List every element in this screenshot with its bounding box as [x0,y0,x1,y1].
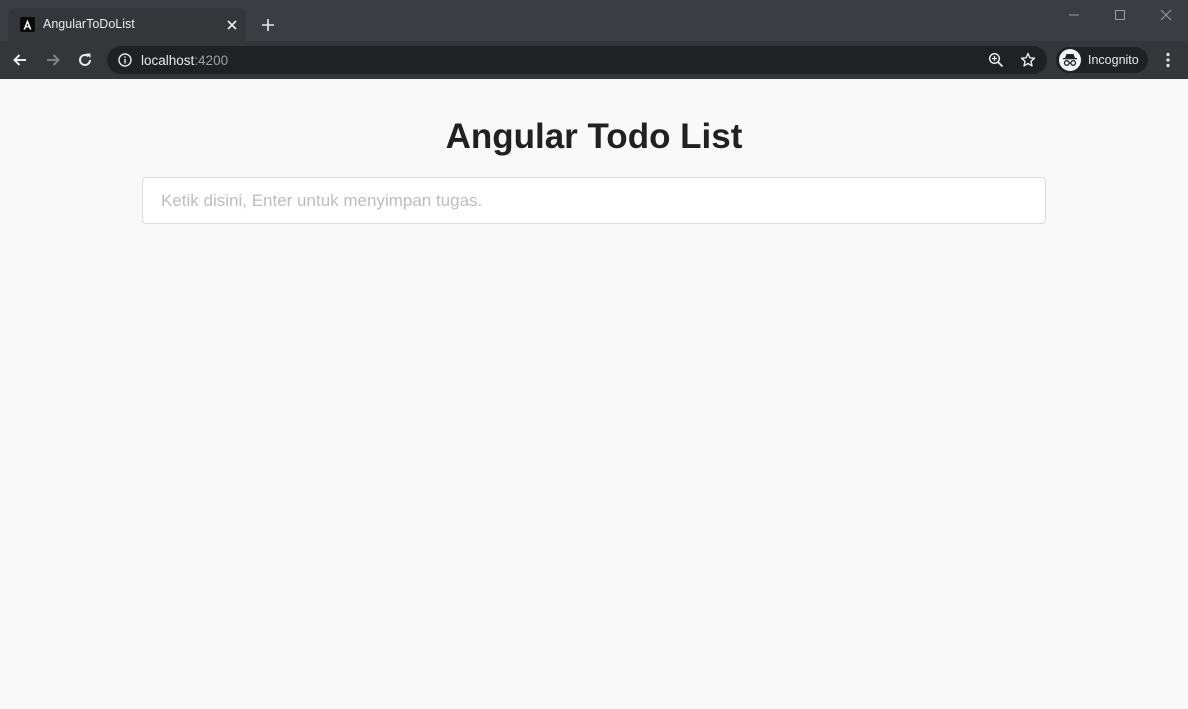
close-window-button[interactable] [1143,0,1188,30]
close-icon[interactable] [224,17,240,33]
tab-title: AngularToDoList [43,17,135,31]
profile-label: Incognito [1088,53,1139,67]
info-icon[interactable] [117,52,133,68]
minimize-window-button[interactable] [1051,0,1097,30]
url-port: :4200 [194,53,229,68]
todo-input[interactable] [142,177,1046,224]
url-host: localhost [141,53,195,68]
browser-tab-active[interactable]: AngularToDoList [8,8,246,41]
arrow-left-icon[interactable] [9,49,31,71]
page-title: Angular Todo List [445,117,743,156]
maximize-window-button[interactable] [1097,0,1143,30]
reload-icon[interactable] [74,49,96,71]
kebab-menu-icon[interactable] [1158,49,1178,71]
url-text: localhost:4200 [141,53,228,68]
incognito-icon [1059,49,1081,71]
angular-icon [20,17,35,32]
browser-toolbar: localhost:4200 Incognito [0,41,1188,79]
address-bar[interactable]: localhost:4200 [107,46,1047,74]
arrow-right-icon[interactable] [42,49,64,71]
profile-button[interactable]: Incognito [1056,47,1148,73]
zoom-icon[interactable] [987,51,1005,69]
page-content: Angular Todo List [0,79,1188,709]
tab-strip: AngularToDoList [0,0,1188,41]
star-icon[interactable] [1019,51,1037,69]
browser-window: AngularToDoList localhost:4200 Incognito… [0,0,1188,709]
plus-icon[interactable] [259,16,277,34]
